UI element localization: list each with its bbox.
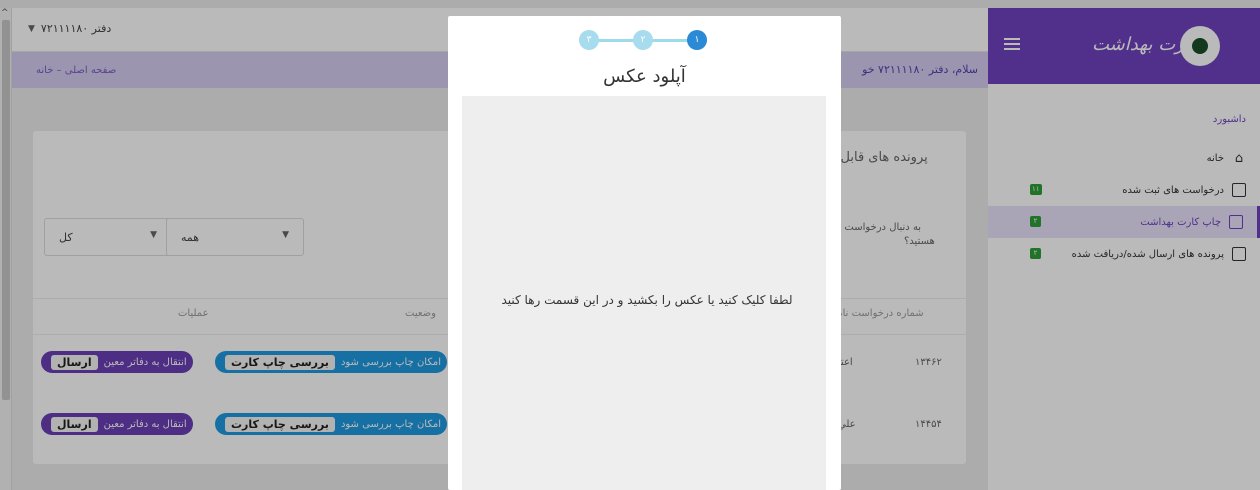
modal-title: آپلود عکس bbox=[603, 66, 686, 87]
step-3: ۳ bbox=[579, 30, 599, 50]
step-1-active: ۱ bbox=[687, 30, 707, 50]
dropzone-instruction: لطفا کلیک کنید یا عکس را بکشید و در این … bbox=[501, 293, 793, 307]
step-2: ۲ bbox=[633, 30, 653, 50]
step-indicator: ۳ ۲ ۱ bbox=[579, 30, 709, 50]
photo-dropzone[interactable]: لطفا کلیک کنید یا عکس را بکشید و در این … bbox=[462, 96, 826, 490]
upload-photo-modal: ۳ ۲ ۱ آپلود عکس لطفا کلیک کنید یا عکس را… bbox=[448, 16, 841, 490]
